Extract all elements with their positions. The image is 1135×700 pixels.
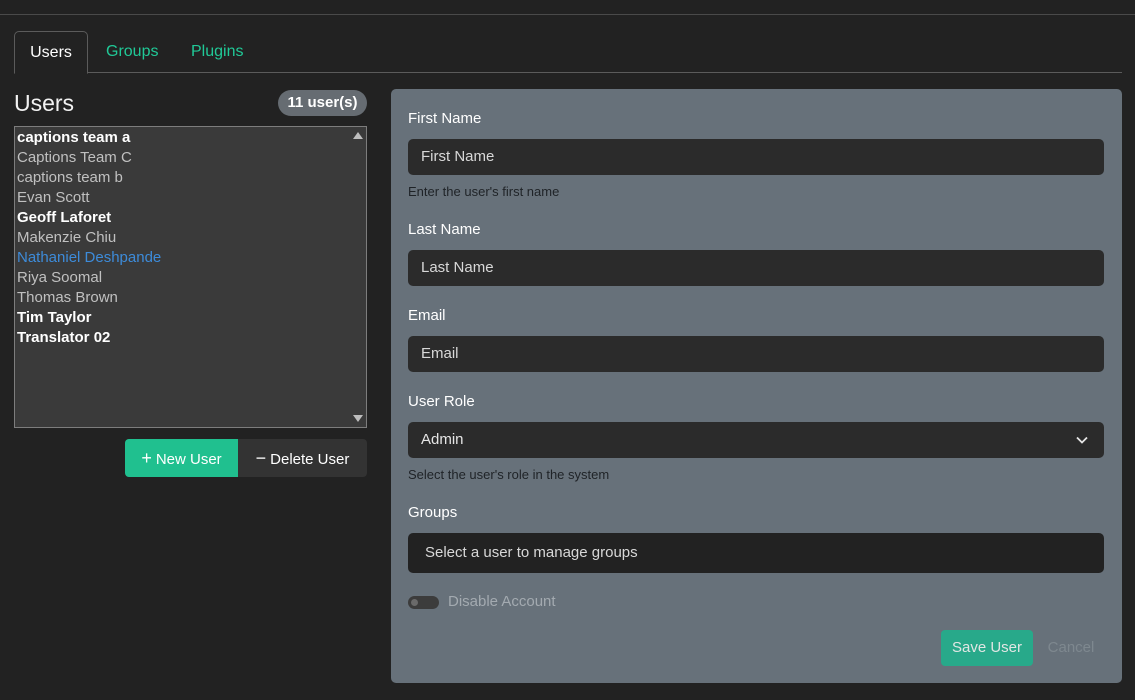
chevron-down-icon [1076,436,1088,444]
new-user-button[interactable]: + New User [125,439,238,477]
user-list-item[interactable]: Makenzie Chiu [17,228,161,248]
scroll-down-arrow-icon[interactable] [353,415,363,422]
tab-bar: Users Groups Plugins [14,31,1122,74]
user-list-item[interactable]: captions team b [17,168,161,188]
user-list-item[interactable]: Nathaniel Deshpande [17,248,161,268]
scroll-up-arrow-icon[interactable] [353,132,363,139]
groups-selector[interactable]: Select a user to manage groups [408,533,1104,573]
tab-users[interactable]: Users [14,31,88,74]
first-name-hint: Enter the user's first name [408,184,560,199]
plus-icon: + [141,448,152,468]
user-list-item[interactable]: Translator 02 [17,328,161,348]
user-list-item[interactable]: Geoff Laforet [17,208,161,228]
user-count-badge: 11 user(s) [278,90,367,116]
user-list-item[interactable]: Evan Scott [17,188,161,208]
top-divider [0,14,1135,15]
last-name-label: Last Name [408,221,481,238]
tab-plugins[interactable]: Plugins [191,31,243,73]
user-list-item[interactable]: Captions Team C [17,148,161,168]
user-list[interactable]: captions team a Captions Team Ccaptions t… [14,126,367,428]
groups-label: Groups [408,504,458,521]
user-list-scrollbar[interactable] [350,127,366,427]
user-role-hint: Select the user's role in the system [408,467,610,482]
toggle-knob [411,599,418,606]
user-list-item[interactable]: Thomas Brown [17,288,161,308]
user-role-select[interactable]: Admin [408,422,1104,458]
user-list-item[interactable]: Riya Soomal [17,268,161,288]
user-list-items: captions team a Captions Team Ccaptions t… [17,128,161,348]
delete-user-button[interactable]: − Delete User [238,439,367,477]
user-role-value: Admin [421,431,464,448]
user-form-panel: First Name Enter the user's first name L… [391,89,1122,683]
first-name-label: First Name [408,110,482,127]
user-role-label: User Role [408,393,475,410]
email-field[interactable] [408,336,1104,372]
user-list-item[interactable]: Tim Taylor [17,308,161,328]
user-list-item[interactable]: captions team a [17,128,161,148]
minus-icon: − [255,448,267,468]
cancel-button[interactable]: Cancel [1043,630,1099,666]
users-heading: Users [14,90,75,116]
disable-account-toggle[interactable] [408,596,439,609]
email-label: Email [408,307,446,324]
save-user-button[interactable]: Save User [941,630,1033,666]
first-name-field[interactable] [408,139,1104,175]
disable-account-label: Disable Account [448,593,556,610]
last-name-field[interactable] [408,250,1104,286]
new-user-label: New User [155,451,222,468]
tab-groups[interactable]: Groups [106,31,158,73]
delete-user-label: Delete User [270,451,350,468]
